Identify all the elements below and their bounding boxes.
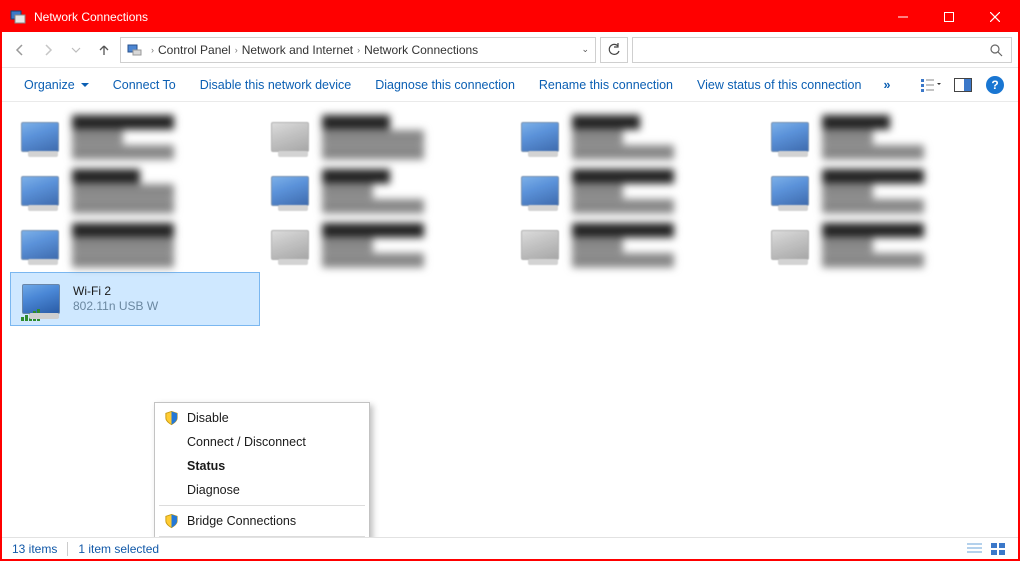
shield-icon xyxy=(164,513,179,529)
menu-status[interactable]: Status xyxy=(157,454,367,478)
menu-separator xyxy=(159,536,365,537)
network-item[interactable]: ████████████████████████████████ xyxy=(10,164,260,218)
forward-button[interactable] xyxy=(36,38,60,62)
chevron-right-icon: › xyxy=(357,45,360,55)
connect-to-button[interactable]: Connect To xyxy=(101,68,188,101)
context-menu: Disable Connect / Disconnect Status Diag… xyxy=(154,402,370,537)
address-dropdown-icon[interactable]: ⌄ xyxy=(581,44,589,55)
large-icons-view-button[interactable] xyxy=(990,542,1008,556)
search-input[interactable] xyxy=(632,37,1012,63)
navigation-bar: › Control Panel › Network and Internet ›… xyxy=(2,32,1018,68)
menu-connect-disconnect[interactable]: Connect / Disconnect xyxy=(157,430,367,454)
window-frame: Network Connections › Control Panel › Ne… xyxy=(0,0,1020,561)
network-item[interactable]: ██████████████████████████████ xyxy=(760,164,1010,218)
wifi-adapter-icon xyxy=(15,275,67,323)
network-item[interactable]: ██████████████████████████████ xyxy=(260,218,510,272)
menu-bridge-connections[interactable]: Bridge Connections xyxy=(157,509,367,533)
details-view-button[interactable] xyxy=(966,542,984,556)
help-icon: ? xyxy=(986,76,1004,94)
more-commands-button[interactable]: » xyxy=(873,78,901,92)
network-item[interactable]: ██████████████████████████ xyxy=(760,110,1010,164)
network-item[interactable]: ██████████████████████████ xyxy=(260,164,510,218)
organize-menu[interactable]: Organize xyxy=(12,68,101,101)
disable-device-button[interactable]: Disable this network device xyxy=(188,68,363,101)
breadcrumb-item[interactable]: Network Connections xyxy=(364,43,478,57)
back-button[interactable] xyxy=(8,38,32,62)
help-button[interactable]: ? xyxy=(982,72,1008,98)
recent-locations-button[interactable] xyxy=(64,38,88,62)
chevron-right-icon: › xyxy=(235,45,238,55)
connections-grid: ██████████████████████████████ █████████… xyxy=(2,102,1018,334)
item-name: Wi-Fi 2 xyxy=(73,284,255,299)
content-area: ██████████████████████████████ █████████… xyxy=(2,102,1018,537)
search-icon xyxy=(989,43,1003,57)
up-button[interactable] xyxy=(92,38,116,62)
network-item[interactable]: ██████████████████████████████ xyxy=(510,164,760,218)
breadcrumb-item[interactable]: Network and Internet xyxy=(242,43,353,57)
address-icon xyxy=(127,42,143,58)
menu-separator xyxy=(159,505,365,506)
network-item[interactable]: ██████████████████████████████ xyxy=(10,110,260,164)
shield-icon xyxy=(164,410,179,426)
status-bar: 13 items 1 item selected xyxy=(2,537,1018,559)
command-bar: Organize Connect To Disable this network… xyxy=(2,68,1018,102)
maximize-button[interactable] xyxy=(926,2,972,32)
network-item[interactable]: ██████████████████████████████ xyxy=(510,218,760,272)
close-button[interactable] xyxy=(972,2,1018,32)
view-status-button[interactable]: View status of this connection xyxy=(685,68,873,101)
titlebar: Network Connections xyxy=(2,2,1018,32)
preview-pane-button[interactable] xyxy=(950,72,976,98)
app-icon xyxy=(10,9,26,25)
network-item[interactable]: ██████████████████████████████ xyxy=(760,218,1010,272)
breadcrumb-item[interactable]: Control Panel xyxy=(158,43,231,57)
selection-count: 1 item selected xyxy=(78,542,159,556)
window-title: Network Connections xyxy=(34,10,880,24)
network-item[interactable]: ██████████████████████████ xyxy=(510,110,760,164)
network-item[interactable]: ████████████████████████████████ xyxy=(260,110,510,164)
minimize-button[interactable] xyxy=(880,2,926,32)
rename-connection-button[interactable]: Rename this connection xyxy=(527,68,685,101)
network-item[interactable]: ████████████████████████████████████ xyxy=(10,218,260,272)
item-count: 13 items xyxy=(12,542,57,556)
refresh-button[interactable] xyxy=(600,37,628,63)
change-view-button[interactable] xyxy=(918,72,944,98)
item-device: 802.11n USB W xyxy=(73,299,255,314)
network-item-wifi2[interactable]: Wi-Fi 2 802.11n USB W xyxy=(10,272,260,326)
diagnose-connection-button[interactable]: Diagnose this connection xyxy=(363,68,527,101)
menu-diagnose[interactable]: Diagnose xyxy=(157,478,367,502)
chevron-right-icon: › xyxy=(151,45,154,55)
address-bar[interactable]: › Control Panel › Network and Internet ›… xyxy=(120,37,596,63)
menu-disable[interactable]: Disable xyxy=(157,406,367,430)
